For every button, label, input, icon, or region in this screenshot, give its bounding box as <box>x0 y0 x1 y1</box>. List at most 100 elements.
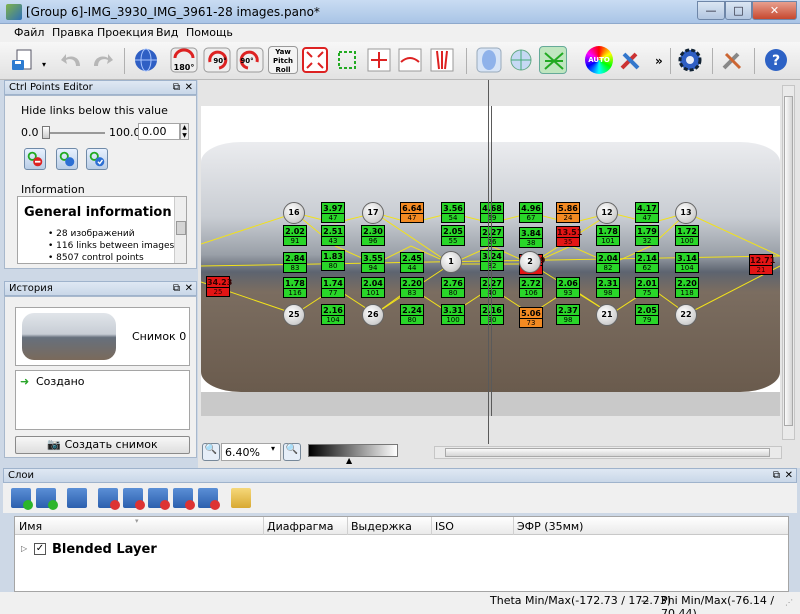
control-point-box[interactable]: 2.24 80 <box>400 304 424 325</box>
auto-color-icon[interactable]: AUTO <box>585 46 613 74</box>
layer-red-icon[interactable] <box>198 488 220 510</box>
control-point-box[interactable]: 2.04 82 <box>596 252 620 273</box>
image-marker[interactable]: 2 <box>519 251 541 273</box>
layer-visibility-checkbox[interactable]: ✓ <box>34 543 46 555</box>
rotate-cw-90-icon[interactable]: 90° <box>236 46 264 74</box>
control-point-box[interactable]: 6.64 47 <box>400 202 424 223</box>
control-point-box[interactable]: 1.78 101 <box>596 225 620 246</box>
control-point-box[interactable]: 4.96 67 <box>519 202 543 223</box>
rotate-180-icon[interactable]: 180° <box>170 46 198 74</box>
control-point-box[interactable]: 2.37 98 <box>556 304 580 325</box>
image-marker[interactable]: 12 <box>596 202 618 224</box>
create-snapshot-button[interactable]: 📷 Создать снимок <box>15 436 190 454</box>
control-point-box[interactable]: 2.2726 <box>480 226 504 247</box>
table-row[interactable]: ▷ ✓ Blended Layer <box>19 542 779 558</box>
control-point-box[interactable]: 2.72 106 <box>519 277 543 298</box>
control-point-box[interactable]: 3.2482 <box>480 250 504 271</box>
control-point-box[interactable]: 2.14 62 <box>635 252 659 273</box>
layer-red-icon[interactable] <box>173 488 195 510</box>
control-point-box[interactable]: 3.14 104 <box>675 252 699 273</box>
exposure-gradient-slider[interactable] <box>308 444 398 457</box>
control-point-box[interactable]: 2.02 91 <box>283 225 307 246</box>
resize-grip-icon[interactable]: ⋰ <box>785 598 797 610</box>
control-point-box[interactable]: 2.01 75 <box>635 277 659 298</box>
control-point-box[interactable]: 13.51 35 <box>556 226 582 247</box>
column-header-focal[interactable]: ЭФР (35мм) <box>517 520 583 533</box>
close-button[interactable]: ✕ <box>752 1 797 20</box>
layer-red-icon[interactable] <box>98 488 120 510</box>
control-point-box[interactable]: 4.6869 <box>480 202 504 223</box>
horizon-icon[interactable] <box>396 46 424 74</box>
control-point-box[interactable]: 3.56 54 <box>441 202 465 223</box>
help-icon[interactable]: ? <box>762 46 790 74</box>
delete-points-button[interactable] <box>24 148 46 170</box>
layer-red-icon[interactable] <box>148 488 170 510</box>
view-ortho-icon[interactable] <box>507 46 535 74</box>
scroll-thumb[interactable] <box>784 96 793 426</box>
straighten-icon[interactable] <box>365 46 393 74</box>
maximize-button[interactable]: □ <box>725 1 752 20</box>
threshold-value-input[interactable]: 0.00 <box>138 123 180 140</box>
control-point-box[interactable]: 1.79 32 <box>635 225 659 246</box>
scroll-thumb[interactable] <box>176 221 186 235</box>
image-marker[interactable]: 26 <box>362 304 384 326</box>
view-network-icon[interactable] <box>539 46 567 74</box>
gradient-marker-icon[interactable]: ▲ <box>346 456 352 465</box>
new-icon[interactable] <box>10 46 38 74</box>
control-point-box[interactable]: 2.1690 <box>480 304 504 325</box>
control-point-box[interactable]: 2.76 80 <box>441 277 465 298</box>
image-marker[interactable]: 22 <box>675 304 697 326</box>
float-icon[interactable]: ⧉ <box>773 469 780 482</box>
menu-help[interactable]: Помощь <box>186 26 233 39</box>
history-entry-created[interactable]: Создано <box>36 375 85 388</box>
column-header-iso[interactable]: ISO <box>435 520 454 533</box>
image-marker[interactable]: 13 <box>675 202 697 224</box>
image-marker[interactable]: 17 <box>362 202 384 224</box>
control-point-box[interactable]: 1.72 100 <box>675 225 699 246</box>
undo-icon[interactable] <box>58 46 86 74</box>
wrench-icon[interactable] <box>718 46 746 74</box>
expand-arrow-icon[interactable]: ▷ <box>21 544 27 553</box>
column-header-aperture[interactable]: Диафрагма <box>267 520 333 533</box>
control-point-box[interactable]: 2.84 83 <box>283 252 307 273</box>
control-point-box[interactable]: 1.83 80 <box>321 250 345 271</box>
control-point-box[interactable]: 5.86 24 <box>556 202 580 223</box>
control-point-box[interactable]: 2.51 43 <box>321 225 345 246</box>
menu-view[interactable]: Вид <box>156 26 178 39</box>
control-point-box[interactable]: 4.17 47 <box>635 202 659 223</box>
control-point-box[interactable]: 3.84 38 <box>519 227 543 248</box>
layer-settings-icon[interactable] <box>67 488 87 508</box>
slider-handle[interactable] <box>42 126 50 139</box>
control-point-box[interactable]: 2.05 55 <box>441 225 465 246</box>
zoom-out-icon[interactable]: 🔍 <box>202 443 220 461</box>
yaw-pitch-roll-icon[interactable]: Yaw Pitch Roll <box>268 46 298 74</box>
add-layer-icon[interactable] <box>11 488 33 510</box>
globe-icon[interactable] <box>132 46 160 74</box>
spin-arrows-icon[interactable]: ▲ ▼ <box>180 123 189 140</box>
layer-red-icon[interactable] <box>123 488 145 510</box>
rotate-ccw-90-icon[interactable]: 90° <box>203 46 231 74</box>
menu-file[interactable]: Файл <box>14 26 44 39</box>
folder-icon[interactable] <box>231 488 251 508</box>
gear-icon[interactable] <box>676 46 704 74</box>
fit-frame-icon[interactable] <box>301 46 329 74</box>
vertical-scrollbar[interactable] <box>782 85 795 440</box>
chevron-down-icon[interactable]: ▾ <box>271 444 275 453</box>
tools-icon[interactable] <box>616 46 644 74</box>
snapshot-item[interactable]: Снимок 0 <box>15 307 190 366</box>
column-header-name[interactable]: Имя <box>19 520 42 533</box>
info-scrollbar[interactable] <box>174 197 186 263</box>
remove-layer-icon[interactable] <box>36 488 58 510</box>
redo-icon[interactable] <box>88 46 116 74</box>
zoom-in-icon[interactable]: 🔍 <box>283 443 301 461</box>
control-point-box[interactable]: 34.23 25 <box>206 276 232 297</box>
scroll-thumb[interactable] <box>445 448 770 457</box>
view-sphere-icon[interactable] <box>475 46 503 74</box>
threshold-slider[interactable] <box>42 126 105 139</box>
horizontal-scrollbar[interactable] <box>434 446 782 459</box>
image-marker[interactable]: 16 <box>283 202 305 224</box>
column-header-exposure[interactable]: Выдержка <box>351 520 412 533</box>
more-icon[interactable]: » <box>655 54 663 68</box>
menu-edit[interactable]: Правка <box>52 26 94 39</box>
image-marker[interactable]: 1 <box>440 251 462 273</box>
